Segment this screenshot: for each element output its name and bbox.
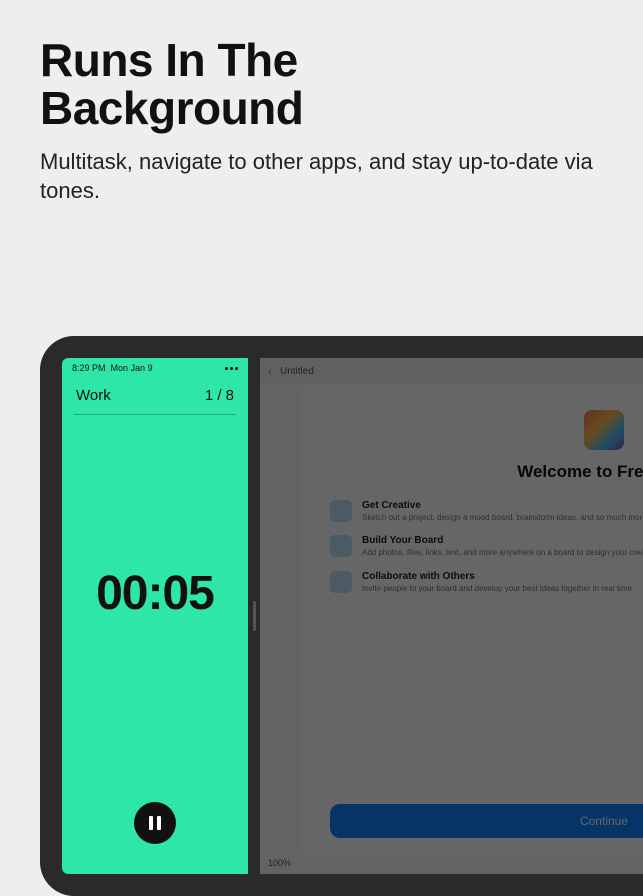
welcome-title: Welcome to Freeform — [517, 462, 643, 482]
split-divider[interactable] — [248, 358, 260, 874]
pause-icon — [149, 816, 161, 830]
feature-row: Build Your Board Add photos, files, link… — [330, 535, 643, 558]
people-icon — [330, 571, 352, 593]
feature-body: Invite people to your board and develop … — [362, 584, 634, 594]
feature-row: Get Creative Sketch out a project, desig… — [330, 500, 643, 523]
timer-label: Work — [76, 387, 111, 404]
feature-row: Collaborate with Others Invite people to… — [330, 571, 643, 594]
timer-round: 1 / 8 — [205, 387, 234, 404]
timer-time: 00:05 — [62, 415, 248, 802]
document-title[interactable]: Untitled — [280, 366, 314, 377]
zoom-level[interactable]: 100% — [268, 858, 291, 868]
status-indicators — [225, 367, 238, 370]
toolbar: ‹ Untitled — [260, 358, 643, 384]
back-chevron-icon[interactable]: ‹ — [268, 364, 272, 378]
feature-title: Get Creative — [362, 500, 643, 511]
ipad-screen: 8:29 PM Mon Jan 9 Work 1 / 8 00:05 — [62, 358, 643, 874]
secondary-app: ‹ Untitled Welcome to Freeform Get Creat… — [260, 358, 643, 874]
pause-button[interactable] — [134, 802, 176, 844]
feature-title: Build Your Board — [362, 535, 643, 546]
ipad-frame: 8:29 PM Mon Jan 9 Work 1 / 8 00:05 — [40, 336, 643, 896]
freeform-logo-icon — [584, 410, 624, 450]
status-bar: 8:29 PM Mon Jan 9 — [62, 358, 248, 373]
pencil-icon — [330, 500, 352, 522]
timer-header: Work 1 / 8 — [62, 373, 248, 414]
welcome-modal: Welcome to Freeform Get Creative Sketch … — [300, 384, 643, 856]
continue-button[interactable]: Continue — [330, 804, 643, 838]
board-icon — [330, 535, 352, 557]
timer-app: 8:29 PM Mon Jan 9 Work 1 / 8 00:05 — [62, 358, 248, 874]
feature-body: Add photos, files, links, text, and more… — [362, 548, 643, 558]
hero-subtitle: Multitask, navigate to other apps, and s… — [40, 147, 603, 206]
feature-body: Sketch out a project, design a mood boar… — [362, 513, 643, 523]
feature-title: Collaborate with Others — [362, 571, 634, 582]
divider-handle-icon — [253, 601, 256, 631]
status-time: 8:29 PM Mon Jan 9 — [72, 363, 153, 373]
hero-title: Runs In The Background — [40, 36, 603, 133]
